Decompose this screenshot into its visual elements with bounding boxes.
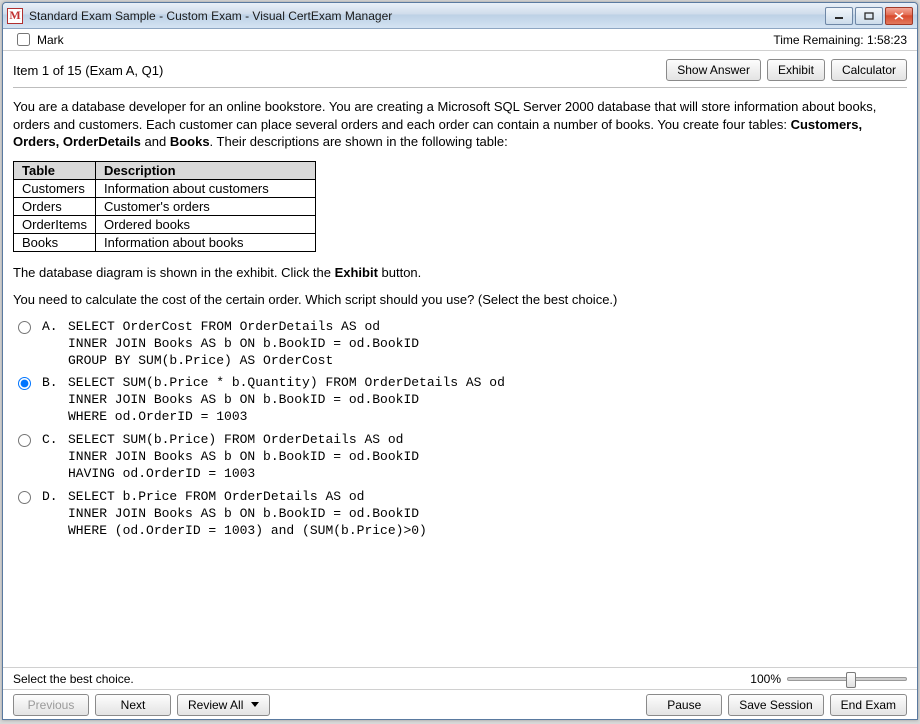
- choice-b-code: SELECT SUM(b.Price * b.Quantity) FROM Or…: [68, 375, 505, 426]
- intro-suffix: . Their descriptions are shown in the fo…: [210, 134, 508, 149]
- mark-row: Mark Time Remaining: 1:58:23: [3, 29, 917, 51]
- cell: Orders: [14, 197, 96, 215]
- exhibit-prefix: The database diagram is shown in the exh…: [13, 265, 335, 280]
- zoom-percent: 100%: [750, 672, 781, 686]
- cell: Information about books: [96, 233, 316, 251]
- choice-a-letter: A.: [42, 319, 60, 334]
- tables-description-table: Table Description CustomersInformation a…: [13, 161, 316, 252]
- question-intro: You are a database developer for an onli…: [13, 98, 907, 151]
- zoom-slider-thumb[interactable]: [846, 672, 856, 688]
- maximize-button[interactable]: [855, 7, 883, 25]
- review-all-label: Review All: [188, 698, 243, 712]
- window-title: Standard Exam Sample - Custom Exam - Vis…: [29, 9, 825, 23]
- cell: Information about customers: [96, 179, 316, 197]
- cell: Books: [14, 233, 96, 251]
- item-header: Item 1 of 15 (Exam A, Q1) Show Answer Ex…: [13, 59, 907, 81]
- calculator-button[interactable]: Calculator: [831, 59, 907, 81]
- choice-b-radio[interactable]: [18, 377, 31, 390]
- cell: Ordered books: [96, 215, 316, 233]
- choice-c-code: SELECT SUM(b.Price) FROM OrderDetails AS…: [68, 432, 419, 483]
- footer-instruction-bar: Select the best choice. 100%: [3, 667, 917, 689]
- mark-checkbox[interactable]: [17, 33, 30, 46]
- question-body: You are a database developer for an onli…: [13, 98, 907, 539]
- choice-b[interactable]: B. SELECT SUM(b.Price * b.Quantity) FROM…: [13, 375, 907, 426]
- previous-button[interactable]: Previous: [13, 694, 89, 716]
- save-session-button[interactable]: Save Session: [728, 694, 823, 716]
- table-row: OrdersCustomer's orders: [14, 197, 316, 215]
- titlebar: M Standard Exam Sample - Custom Exam - V…: [3, 3, 917, 29]
- footer-instruction-text: Select the best choice.: [13, 672, 134, 686]
- choice-a[interactable]: A. SELECT OrderCost FROM OrderDetails AS…: [13, 319, 907, 370]
- next-button[interactable]: Next: [95, 694, 171, 716]
- end-exam-button[interactable]: End Exam: [830, 694, 907, 716]
- choices-group: A. SELECT OrderCost FROM OrderDetails AS…: [13, 319, 907, 540]
- choice-d[interactable]: D. SELECT b.Price FROM OrderDetails AS o…: [13, 489, 907, 540]
- zoom-control: 100%: [750, 672, 907, 686]
- exhibit-instruction: The database diagram is shown in the exh…: [13, 264, 907, 282]
- bold-books: Books: [170, 134, 210, 149]
- close-button[interactable]: [885, 7, 913, 25]
- choice-c-letter: C.: [42, 432, 60, 447]
- intro-mid: and: [141, 134, 170, 149]
- zoom-slider-track[interactable]: [787, 677, 907, 681]
- choice-b-letter: B.: [42, 375, 60, 390]
- table-row: OrderItemsOrdered books: [14, 215, 316, 233]
- choice-d-radio[interactable]: [18, 491, 31, 504]
- intro-text: You are a database developer for an onli…: [13, 99, 876, 132]
- app-window: M Standard Exam Sample - Custom Exam - V…: [2, 2, 918, 720]
- choice-c-radio[interactable]: [18, 434, 31, 447]
- item-label: Item 1 of 15 (Exam A, Q1): [13, 63, 666, 78]
- time-remaining: Time Remaining: 1:58:23: [773, 33, 907, 47]
- table-header-row: Table Description: [14, 161, 316, 179]
- cell: Customer's orders: [96, 197, 316, 215]
- choice-d-code: SELECT b.Price FROM OrderDetails AS od I…: [68, 489, 427, 540]
- exhibit-bold: Exhibit: [335, 265, 378, 280]
- exhibit-button[interactable]: Exhibit: [767, 59, 825, 81]
- choice-d-letter: D.: [42, 489, 60, 504]
- table-row: CustomersInformation about customers: [14, 179, 316, 197]
- choice-a-code: SELECT OrderCost FROM OrderDetails AS od…: [68, 319, 419, 370]
- exhibit-suffix: button.: [378, 265, 421, 280]
- choice-c[interactable]: C. SELECT SUM(b.Price) FROM OrderDetails…: [13, 432, 907, 483]
- choice-a-radio[interactable]: [18, 321, 31, 334]
- th-table: Table: [14, 161, 96, 179]
- chevron-down-icon: [251, 702, 259, 707]
- bottom-button-bar: Previous Next Review All Pause Save Sess…: [3, 689, 917, 719]
- th-description: Description: [96, 161, 316, 179]
- pause-button[interactable]: Pause: [646, 694, 722, 716]
- mark-label-text: Mark: [37, 33, 64, 47]
- mark-checkbox-label[interactable]: Mark: [13, 30, 64, 49]
- review-all-button[interactable]: Review All: [177, 694, 270, 716]
- content-area: Item 1 of 15 (Exam A, Q1) Show Answer Ex…: [3, 51, 917, 667]
- question-prompt: You need to calculate the cost of the ce…: [13, 291, 907, 309]
- minimize-button[interactable]: [825, 7, 853, 25]
- table-row: BooksInformation about books: [14, 233, 316, 251]
- show-answer-button[interactable]: Show Answer: [666, 59, 761, 81]
- cell: Customers: [14, 179, 96, 197]
- divider: [13, 87, 907, 88]
- cell: OrderItems: [14, 215, 96, 233]
- window-controls: [825, 7, 913, 25]
- app-icon: M: [7, 8, 23, 24]
